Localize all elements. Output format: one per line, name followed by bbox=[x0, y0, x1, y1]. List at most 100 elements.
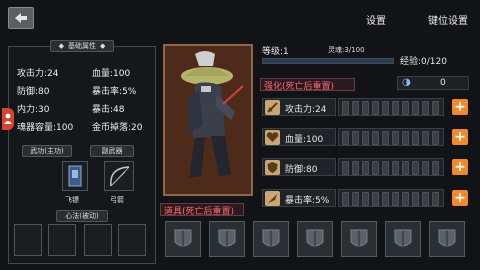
item-slot[interactable] bbox=[209, 221, 245, 257]
enhance-segment bbox=[372, 101, 379, 115]
enhance-segment bbox=[372, 131, 379, 145]
stat-crit: 暴击:48 bbox=[92, 105, 125, 115]
enhance-segment bbox=[412, 161, 419, 175]
soul-orb-icon: ◑ bbox=[402, 77, 411, 88]
enhance-segment bbox=[432, 131, 439, 145]
main-weapon-slot[interactable] bbox=[62, 161, 88, 191]
item-slot[interactable] bbox=[385, 221, 421, 257]
enhance-progress-track bbox=[338, 158, 444, 176]
enhance-segment bbox=[382, 192, 389, 206]
enhance-segment bbox=[342, 161, 349, 175]
enhance-segment bbox=[432, 161, 439, 175]
sub-weapon-name: 弓箭 bbox=[110, 196, 124, 204]
items-header: 道具(死亡后重置) bbox=[160, 203, 244, 217]
item-slot[interactable] bbox=[253, 221, 289, 257]
enhance-plus-button[interactable]: + bbox=[452, 159, 468, 175]
enhance-header: 强化(死亡后重置) bbox=[260, 78, 355, 92]
enhance-segment bbox=[362, 192, 369, 206]
enhance-segment bbox=[382, 101, 389, 115]
enhance-segment bbox=[412, 192, 419, 206]
enhance-segment bbox=[422, 192, 429, 206]
character-screen: 设置 键位设置 ◆ 基础属性 ◆ 攻击力:24 血量:100 防御:80 暴击率:5… bbox=[0, 0, 480, 270]
ninja-character-image bbox=[165, 46, 251, 194]
crit-icon bbox=[265, 191, 280, 206]
heart-method-header: 心法(被动) bbox=[56, 210, 108, 222]
stat-gold-drop: 金币掉落:20 bbox=[92, 123, 143, 133]
enhance-segment bbox=[392, 192, 399, 206]
stat-crit-rate: 暴击率:5% bbox=[92, 87, 137, 97]
back-button[interactable] bbox=[8, 7, 34, 29]
enhance-segment bbox=[342, 131, 349, 145]
item-slot[interactable] bbox=[165, 221, 201, 257]
enhance-segment bbox=[352, 161, 359, 175]
enhance-segment bbox=[412, 131, 419, 145]
enhance-row-label: 防御:80 bbox=[285, 165, 318, 175]
enhance-segment bbox=[392, 161, 399, 175]
enhance-segment bbox=[362, 161, 369, 175]
empty-shield-icon bbox=[218, 229, 236, 247]
stat-inner: 内力:30 bbox=[17, 105, 50, 115]
back-arrow-icon bbox=[15, 13, 27, 23]
enhance-segment bbox=[422, 101, 429, 115]
enhance-segment bbox=[412, 101, 419, 115]
heart-slot-1[interactable] bbox=[14, 224, 42, 256]
empty-shield-icon bbox=[350, 229, 368, 247]
keybind-link[interactable]: 键位设置 bbox=[428, 12, 468, 27]
diamond-icon: ◆ bbox=[100, 42, 106, 50]
empty-shield-icon bbox=[306, 229, 324, 247]
enhance-segment bbox=[402, 192, 409, 206]
enhance-segment bbox=[352, 131, 359, 145]
enhance-segment bbox=[342, 101, 349, 115]
empty-shield-icon bbox=[438, 229, 456, 247]
exp-label: 经验:0/120 bbox=[400, 57, 447, 67]
person-icon bbox=[4, 113, 12, 124]
enhance-progress-track bbox=[338, 98, 444, 116]
shield-icon bbox=[265, 160, 280, 175]
sword-icon bbox=[265, 100, 280, 115]
enhance-progress-track bbox=[338, 128, 444, 146]
enhance-segment bbox=[402, 161, 409, 175]
stat-hp: 血量:100 bbox=[92, 69, 131, 79]
heart-slot-4[interactable] bbox=[118, 224, 146, 256]
enhance-segment bbox=[382, 131, 389, 145]
enhance-segment bbox=[402, 101, 409, 115]
enhance-segment bbox=[372, 161, 379, 175]
sub-weapon-slot[interactable] bbox=[104, 161, 134, 191]
heart-slot-3[interactable] bbox=[84, 224, 112, 256]
enhance-segment bbox=[352, 192, 359, 206]
enhance-row-label: 暴击率:5% bbox=[285, 196, 330, 206]
enhance-segment bbox=[392, 131, 399, 145]
enhance-segment bbox=[432, 101, 439, 115]
enhance-segment bbox=[372, 192, 379, 206]
enhance-segment bbox=[382, 161, 389, 175]
sub-weapon-header: 副武器 bbox=[90, 145, 134, 157]
enhance-segment bbox=[402, 131, 409, 145]
exp-bar bbox=[262, 58, 394, 64]
stat-attack: 攻击力:24 bbox=[17, 69, 59, 79]
side-notification-tab[interactable] bbox=[2, 108, 14, 130]
enhance-plus-button[interactable]: + bbox=[452, 129, 468, 145]
enhance-segment bbox=[422, 161, 429, 175]
bow-icon bbox=[110, 166, 130, 187]
enhance-segment bbox=[432, 192, 439, 206]
enhance-plus-button[interactable]: + bbox=[452, 99, 468, 115]
enhance-segment bbox=[342, 192, 349, 206]
item-slot[interactable] bbox=[429, 221, 465, 257]
settings-link[interactable]: 设置 bbox=[366, 12, 386, 27]
heart-slot-2[interactable] bbox=[48, 224, 76, 256]
enhance-segment bbox=[362, 101, 369, 115]
soul-currency-display: ◑ 0 bbox=[397, 76, 469, 90]
item-slot[interactable] bbox=[341, 221, 377, 257]
stat-soul-capacity: 魂器容量:100 bbox=[17, 123, 74, 133]
enhance-row-label: 血量:100 bbox=[285, 135, 324, 145]
item-slot[interactable] bbox=[297, 221, 333, 257]
enhance-segment bbox=[352, 101, 359, 115]
soul-progress-label: 灵魂:3/100 bbox=[328, 46, 365, 54]
enhance-row-label: 攻击力:24 bbox=[285, 105, 327, 115]
empty-shield-icon bbox=[262, 229, 280, 247]
enhance-progress-track bbox=[338, 189, 444, 207]
enhance-plus-button[interactable]: + bbox=[452, 190, 468, 206]
character-portrait-frame bbox=[163, 44, 253, 196]
enhance-segment bbox=[392, 101, 399, 115]
empty-shield-icon bbox=[174, 229, 192, 247]
